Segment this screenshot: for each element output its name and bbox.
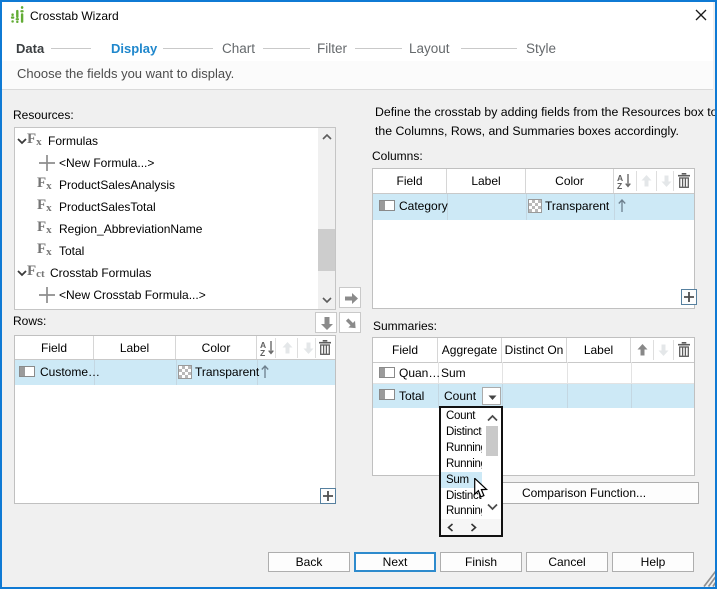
svg-text:Z: Z bbox=[617, 181, 622, 190]
svg-text:Z: Z bbox=[260, 348, 265, 357]
